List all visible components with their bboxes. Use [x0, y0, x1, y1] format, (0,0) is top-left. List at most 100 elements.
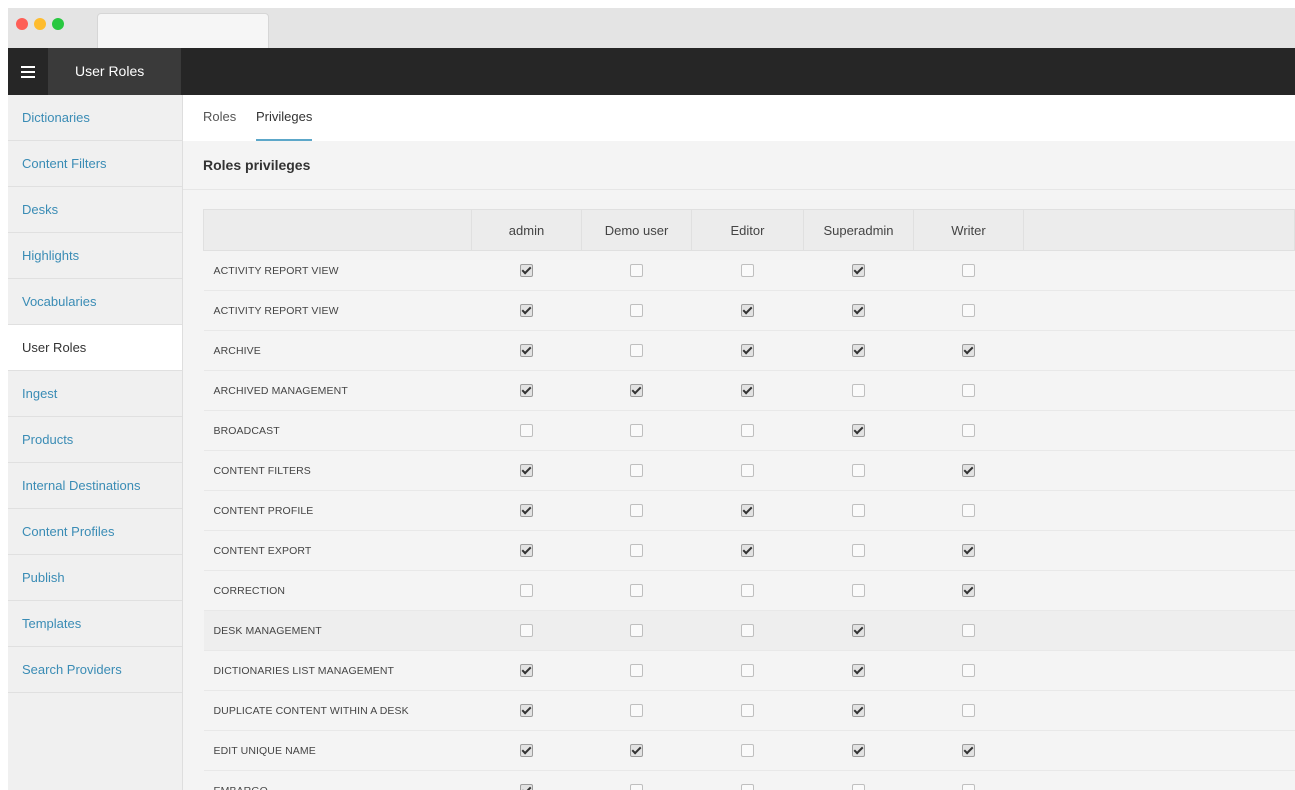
privilege-checkbox[interactable] [741, 624, 754, 637]
privilege-checkbox[interactable] [741, 424, 754, 437]
privilege-checkbox[interactable] [962, 384, 975, 397]
privilege-cell [471, 490, 582, 531]
privilege-checkbox[interactable] [852, 264, 865, 277]
maximize-window-icon[interactable] [52, 18, 64, 30]
tab-privileges[interactable]: Privileges [256, 95, 313, 141]
privilege-checkbox[interactable] [852, 304, 865, 317]
privilege-checkbox[interactable] [962, 784, 975, 790]
privilege-checkbox[interactable] [741, 744, 754, 757]
tab-roles[interactable]: Roles [203, 95, 236, 141]
privilege-checkbox[interactable] [741, 664, 754, 677]
sidebar-item-products[interactable]: Products [8, 417, 182, 463]
privilege-checkbox[interactable] [741, 464, 754, 477]
privilege-checkbox[interactable] [962, 344, 975, 357]
privilege-checkbox[interactable] [852, 624, 865, 637]
privilege-checkbox[interactable] [520, 664, 533, 677]
privilege-checkbox[interactable] [741, 384, 754, 397]
privileges-table: admin Demo user Editor Superadmin Writer ACT… [203, 209, 1295, 790]
privilege-checkbox[interactable] [852, 464, 865, 477]
privilege-checkbox[interactable] [520, 544, 533, 557]
row-spacer [1023, 650, 1295, 691]
privilege-checkbox[interactable] [630, 264, 643, 277]
privilege-checkbox[interactable] [852, 664, 865, 677]
privilege-checkbox[interactable] [852, 504, 865, 517]
sidebar-item-dictionaries[interactable]: Dictionaries [8, 95, 182, 141]
privilege-name: ACTIVITY REPORT VIEW [203, 250, 472, 291]
privilege-checkbox[interactable] [741, 504, 754, 517]
privilege-checkbox[interactable] [630, 704, 643, 717]
privilege-checkbox[interactable] [852, 744, 865, 757]
minimize-window-icon[interactable] [34, 18, 46, 30]
privilege-checkbox[interactable] [630, 384, 643, 397]
privilege-checkbox[interactable] [520, 704, 533, 717]
privilege-checkbox[interactable] [962, 704, 975, 717]
privilege-checkbox[interactable] [852, 784, 865, 790]
privilege-checkbox[interactable] [630, 464, 643, 477]
privilege-checkbox[interactable] [520, 424, 533, 437]
sidebar-item-desks[interactable]: Desks [8, 187, 182, 233]
privilege-checkbox[interactable] [630, 344, 643, 357]
privilege-checkbox[interactable] [520, 504, 533, 517]
privilege-checkbox[interactable] [630, 744, 643, 757]
privilege-checkbox[interactable] [520, 584, 533, 597]
privilege-name: CORRECTION [203, 570, 472, 611]
sidebar-item-templates[interactable]: Templates [8, 601, 182, 647]
sidebar-item-content-profiles[interactable]: Content Profiles [8, 509, 182, 555]
browser-tab[interactable] [97, 13, 269, 49]
row-spacer [1023, 450, 1295, 491]
sidebar-item-ingest[interactable]: Ingest [8, 371, 182, 417]
privilege-checkbox[interactable] [630, 664, 643, 677]
privilege-checkbox[interactable] [520, 304, 533, 317]
privilege-checkbox[interactable] [741, 584, 754, 597]
privilege-checkbox[interactable] [741, 304, 754, 317]
privilege-checkbox[interactable] [852, 584, 865, 597]
close-window-icon[interactable] [16, 18, 28, 30]
privilege-checkbox[interactable] [852, 704, 865, 717]
row-spacer [1023, 370, 1295, 411]
privilege-checkbox[interactable] [741, 704, 754, 717]
privilege-checkbox[interactable] [962, 504, 975, 517]
sidebar-item-internal-destinations[interactable]: Internal Destinations [8, 463, 182, 509]
privilege-checkbox[interactable] [520, 784, 533, 790]
privilege-checkbox[interactable] [741, 784, 754, 790]
menu-button[interactable] [8, 48, 48, 95]
privilege-checkbox[interactable] [630, 544, 643, 557]
privilege-checkbox[interactable] [630, 424, 643, 437]
privilege-checkbox[interactable] [962, 464, 975, 477]
privilege-checkbox[interactable] [630, 624, 643, 637]
sidebar-item-vocabularies[interactable]: Vocabularies [8, 279, 182, 325]
privilege-checkbox[interactable] [630, 784, 643, 790]
privilege-checkbox[interactable] [962, 584, 975, 597]
privilege-checkbox[interactable] [852, 384, 865, 397]
privilege-checkbox[interactable] [741, 264, 754, 277]
privilege-checkbox[interactable] [520, 464, 533, 477]
privilege-checkbox[interactable] [630, 304, 643, 317]
privilege-cell [913, 490, 1024, 531]
privilege-checkbox[interactable] [962, 664, 975, 677]
privilege-checkbox[interactable] [520, 744, 533, 757]
privilege-checkbox[interactable] [962, 544, 975, 557]
sidebar-item-publish[interactable]: Publish [8, 555, 182, 601]
sidebar-item-search-providers[interactable]: Search Providers [8, 647, 182, 693]
sidebar-item-user-roles[interactable]: User Roles [8, 325, 182, 371]
sidebar-item-highlights[interactable]: Highlights [8, 233, 182, 279]
privilege-checkbox[interactable] [741, 344, 754, 357]
privilege-checkbox[interactable] [962, 264, 975, 277]
privilege-cell [803, 370, 914, 411]
privilege-checkbox[interactable] [520, 344, 533, 357]
privilege-checkbox[interactable] [630, 584, 643, 597]
privilege-checkbox[interactable] [852, 424, 865, 437]
sidebar-item-content-filters[interactable]: Content Filters [8, 141, 182, 187]
privilege-checkbox[interactable] [520, 624, 533, 637]
privilege-checkbox[interactable] [962, 744, 975, 757]
privilege-checkbox[interactable] [962, 304, 975, 317]
privilege-checkbox[interactable] [852, 344, 865, 357]
privilege-checkbox[interactable] [741, 544, 754, 557]
privilege-checkbox[interactable] [852, 544, 865, 557]
privilege-checkbox[interactable] [962, 624, 975, 637]
privilege-checkbox[interactable] [962, 424, 975, 437]
privilege-checkbox[interactable] [520, 264, 533, 277]
privilege-checkbox[interactable] [520, 384, 533, 397]
privilege-cell [581, 410, 692, 451]
privilege-checkbox[interactable] [630, 504, 643, 517]
